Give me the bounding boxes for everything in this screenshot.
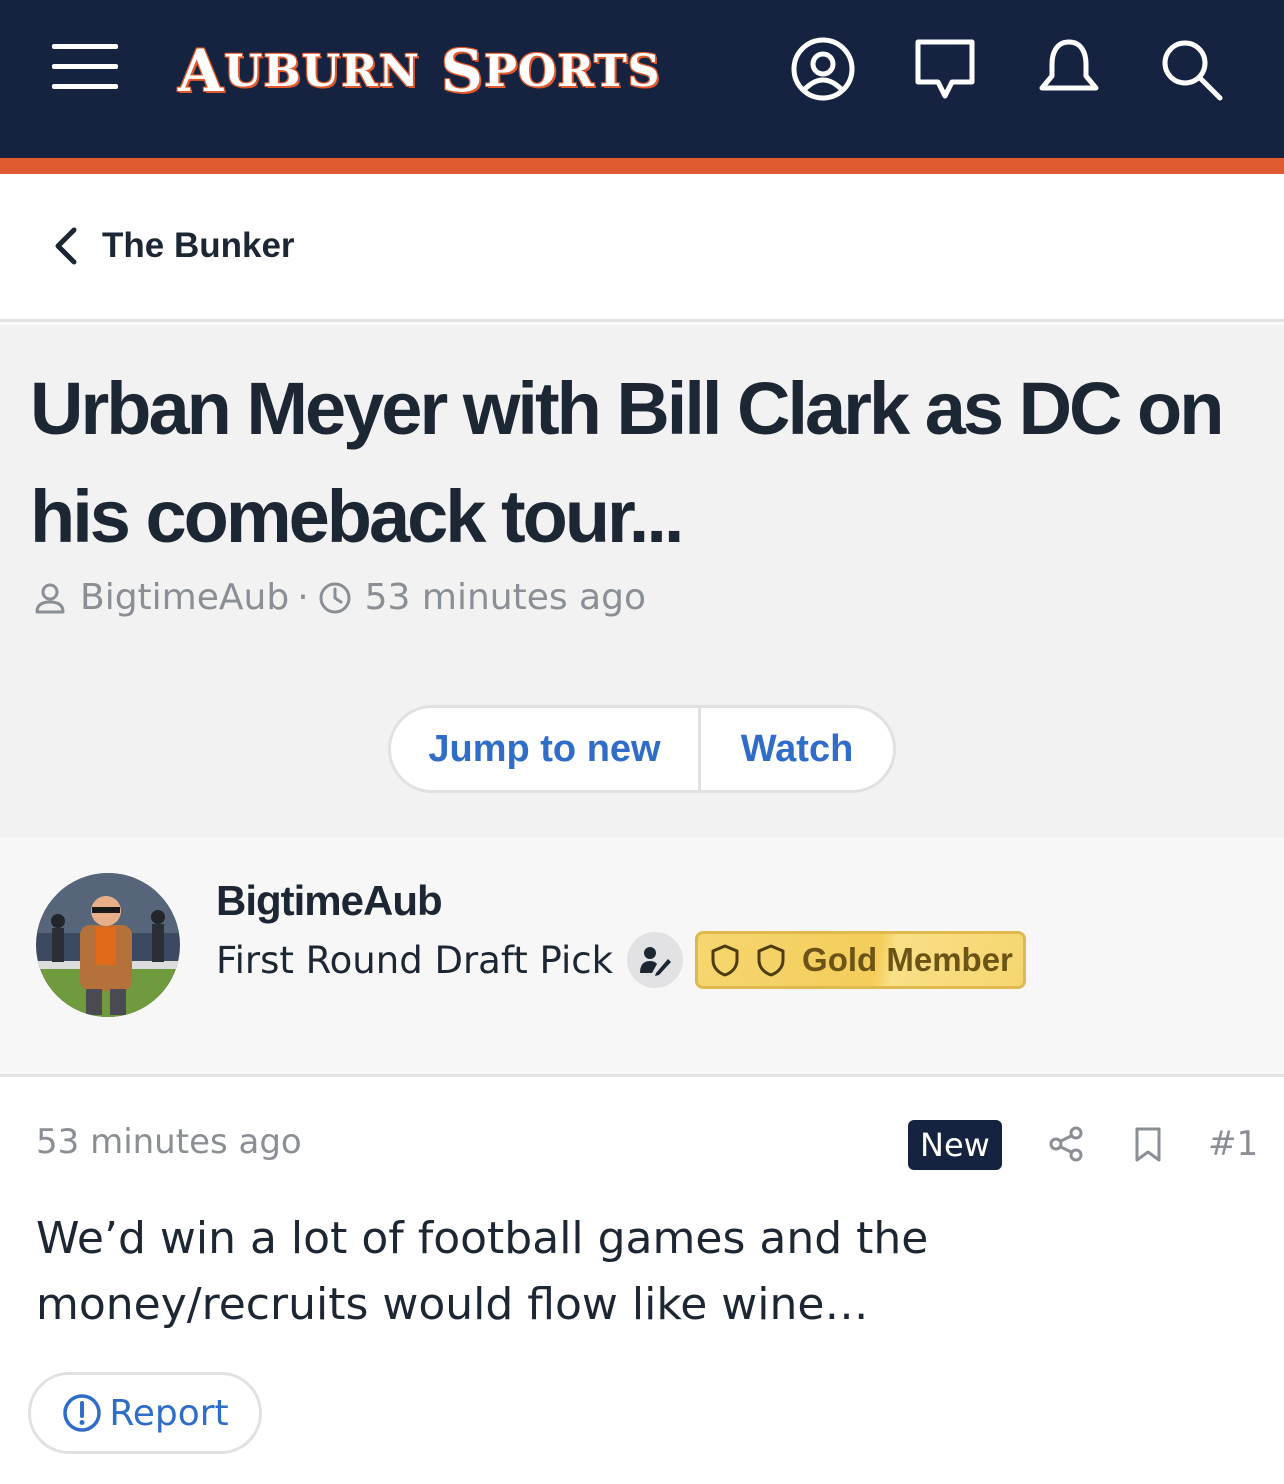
- post: 53 minutes ago New #1 We’d win a lot of …: [0, 1080, 1284, 1484]
- top-nav-bar: A UBURN S PORTS: [0, 0, 1284, 158]
- search-icon[interactable]: [1156, 34, 1226, 104]
- notifications-icon[interactable]: [1034, 34, 1104, 104]
- post-author-block: BigtimeAub First Round Draft Pick Gold M…: [0, 837, 1284, 1077]
- account-icon[interactable]: [788, 34, 858, 104]
- share-icon[interactable]: [1046, 1124, 1086, 1164]
- author-details: First Round Draft Pick Gold Member: [216, 931, 1026, 989]
- user-edit-icon: [627, 932, 684, 988]
- logo-word-rest: UBURN: [224, 45, 420, 97]
- breadcrumb-label: The Bunker: [102, 226, 295, 265]
- menu-icon[interactable]: [52, 44, 118, 90]
- report-button[interactable]: Report: [28, 1372, 262, 1454]
- new-badge: New: [908, 1120, 1002, 1170]
- alert-icon: [63, 1394, 102, 1432]
- user-rank: First Round Draft Pick: [216, 938, 614, 982]
- accent-stripe: [0, 158, 1284, 174]
- logo-letter: A: [178, 37, 225, 105]
- user-icon: [35, 583, 65, 613]
- watch-button[interactable]: Watch: [701, 708, 893, 790]
- breadcrumb: The Bunker: [0, 174, 1284, 322]
- chevron-left-icon: [55, 227, 77, 265]
- thread-author-link[interactable]: BigtimeAub: [80, 577, 289, 618]
- logo-word-rest: PORTS: [483, 45, 661, 97]
- badge-label: Gold Member: [802, 941, 1013, 978]
- thread-title: Urban Meyer with Bill Clark as DC on his…: [30, 367, 1224, 558]
- logo-letter: S: [440, 37, 484, 105]
- post-body: We’d win a lot of football games and the…: [36, 1213, 929, 1330]
- post-time[interactable]: 53 minutes ago: [36, 1122, 302, 1162]
- thread-header: Urban Meyer with Bill Clark as DC on his…: [0, 325, 1284, 837]
- thread-time[interactable]: 53 minutes ago: [365, 577, 646, 618]
- bookmark-icon[interactable]: [1128, 1124, 1168, 1164]
- report-label: Report: [109, 1392, 229, 1434]
- jump-to-new-button[interactable]: Jump to new: [391, 708, 701, 790]
- thread-meta: BigtimeAub · 53 minutes ago: [32, 577, 646, 618]
- post-number[interactable]: #1: [1208, 1124, 1258, 1164]
- thread-actions: Jump to new Watch: [388, 705, 896, 793]
- clock-icon: [319, 582, 351, 613]
- messages-icon[interactable]: [910, 34, 980, 104]
- post-author-name[interactable]: BigtimeAub: [216, 877, 443, 925]
- meta-separator: ·: [297, 577, 309, 618]
- shield-icon: [711, 944, 739, 977]
- gold-member-badge: Gold Member: [695, 931, 1026, 989]
- avatar[interactable]: [36, 873, 180, 1017]
- site-logo[interactable]: A UBURN S PORTS: [178, 36, 661, 106]
- back-to-forum-link[interactable]: The Bunker: [48, 226, 295, 266]
- shield-icon: [757, 944, 785, 977]
